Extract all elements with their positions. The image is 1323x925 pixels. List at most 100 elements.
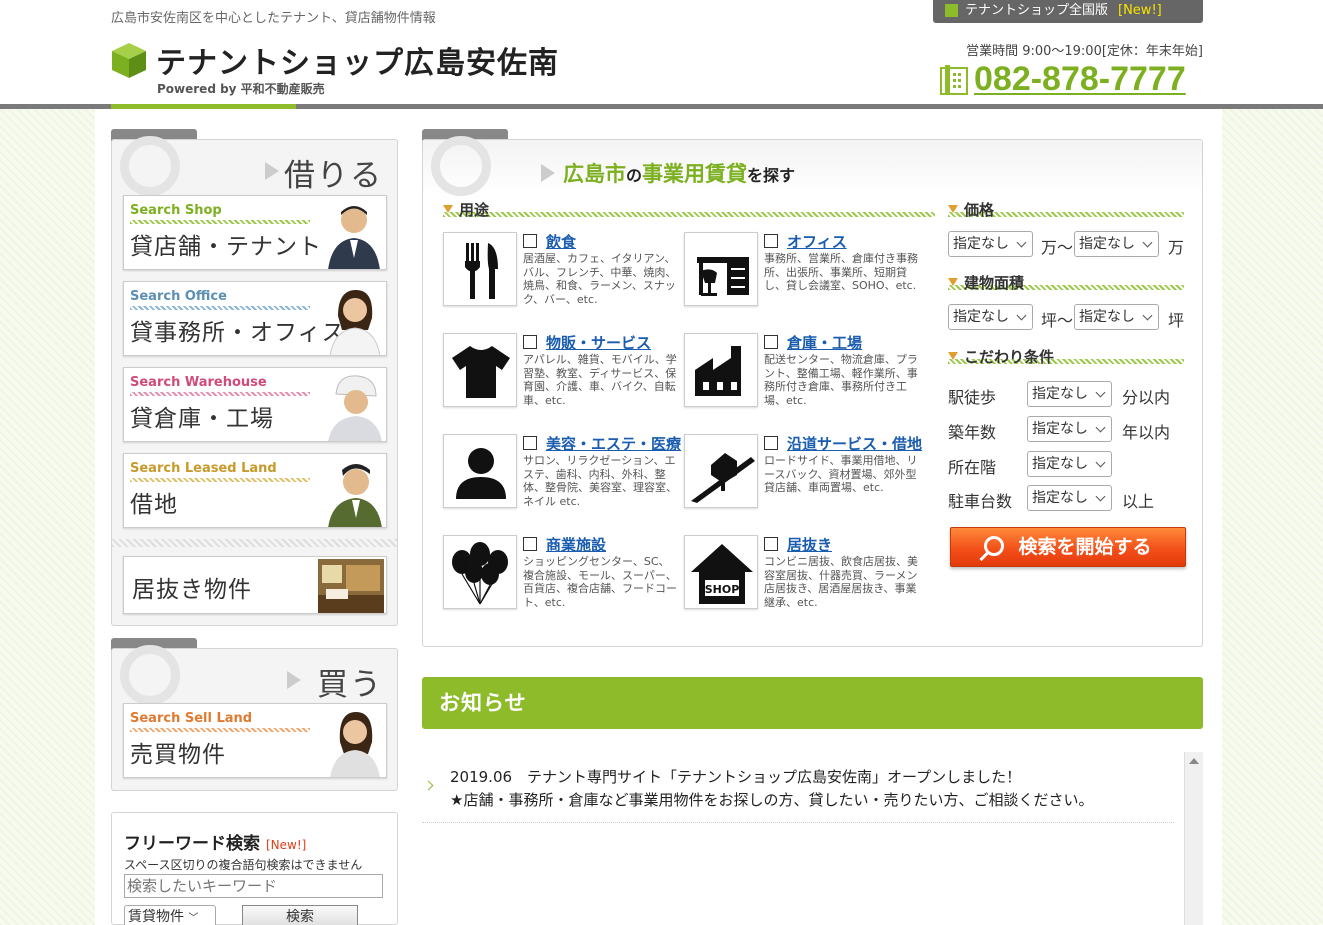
rent-panel-header: 借りる <box>112 136 397 196</box>
rent-card-land[interactable]: Search Leased Land 借地 <box>123 453 387 528</box>
use-link[interactable]: 居抜き <box>787 534 832 555</box>
businessman-photo <box>328 206 380 269</box>
use-link[interactable]: 商業施設 <box>546 534 606 555</box>
card-en-label: Search Sell Land <box>130 711 253 726</box>
use-item-retail[interactable]: 物販・サービス アパレル、雑貨、モバイル、学習塾、教室、ディサービス、保育園、介… <box>443 333 678 413</box>
use-checkbox[interactable] <box>523 335 537 349</box>
rent-card-warehouse[interactable]: Search Warehouse 貸倉庫・工場 <box>123 367 387 442</box>
price-heading: 価格 <box>948 199 1184 221</box>
price-max-select[interactable]: 指定なし <box>1074 231 1159 257</box>
use-link[interactable]: 物販・サービス <box>546 332 651 353</box>
cond-select-walk[interactable]: 指定なし <box>1027 381 1112 407</box>
use-heading: 用途 <box>443 199 935 221</box>
use-checkbox[interactable] <box>523 537 537 551</box>
area-min-select[interactable]: 指定なし <box>948 304 1033 330</box>
use-link[interactable]: オフィス <box>787 231 847 252</box>
use-description: サロン、リラクゼーション、エステ、歯科、内科、外科、整体、整骨院、美容室、理容室… <box>523 454 677 508</box>
inuki-card[interactable]: 居抜き物件 <box>123 556 387 614</box>
start-search-label: 検索を開始する <box>1018 536 1152 558</box>
scroll-up-arrow-icon[interactable] <box>1189 758 1199 764</box>
buy-title: 買う <box>317 667 383 703</box>
phone-number[interactable]: 082-878-7777 <box>974 60 1186 99</box>
phone-block[interactable]: 082-878-7777 <box>940 60 1186 99</box>
cond-label-age: 築年数 <box>948 423 997 442</box>
use-description: ショッピングセンター、SC、複合施設、モール、スーパー、百貨店、複合店舗、フード… <box>523 555 677 609</box>
rent-card-office[interactable]: Search Office 貸事務所・オフィス <box>123 281 387 356</box>
use-description: コンビニ居抜、飲食店居抜、美容室居抜、什器売買、ラーメン店居抜き、居酒屋居抜き、… <box>764 555 918 609</box>
price-min-select[interactable]: 指定なし <box>948 231 1033 257</box>
search-title: 広島市の事業用賃貸を探す <box>563 158 795 188</box>
use-item-food[interactable]: 飲食 居酒屋、カフェ、イタリアン、バル、フレンチ、中華、焼肉、焼鳥、和食、ラーメ… <box>443 232 678 312</box>
panel-separator <box>112 539 397 547</box>
area-heading-text: 建物面積 <box>964 274 1025 292</box>
start-search-button[interactable]: 検索を開始する <box>950 527 1186 567</box>
news-scrollbar[interactable] <box>1184 752 1203 925</box>
freeword-type-value: 賃貸物件 <box>128 909 184 925</box>
use-link[interactable]: 倉庫・工場 <box>787 332 862 353</box>
man-photo <box>328 464 382 527</box>
buy-panel-header: 買う <box>112 645 397 705</box>
use-checkbox[interactable] <box>764 537 778 551</box>
freeword-title-text: フリーワード検索 <box>124 834 260 854</box>
search-title-main: 事業用賃貸 <box>642 162 748 186</box>
news-item-line1: 2019.06 テナント専門サイト「テナントショップ広島安佐南」オープンしました… <box>450 768 1022 786</box>
use-checkbox[interactable] <box>764 335 778 349</box>
use-item-commercial[interactable]: 商業施設 ショッピングセンター、SC、複合施設、モール、スーパー、百貨店、複合店… <box>443 535 678 615</box>
area-unit-from: 坪～ <box>1041 311 1074 330</box>
factory-icon <box>684 333 758 407</box>
cond-select-floor[interactable]: 指定なし <box>1027 451 1112 477</box>
buy-card-sell-land[interactable]: Search Sell Land 売買物件 <box>123 703 387 778</box>
use-link[interactable]: 美容・エステ・医療 <box>546 433 681 454</box>
business-hours: 営業時間 9:00～19:00[定休：年末年始] <box>966 44 1203 59</box>
news-item[interactable]: 2019.06 テナント専門サイト「テナントショップ広島安佐南」オープンしました… <box>422 765 1174 823</box>
inuki-label: 居抜き物件 <box>132 577 252 603</box>
card-stripe <box>130 392 310 396</box>
use-checkbox[interactable] <box>523 234 537 248</box>
woman-photo <box>330 712 380 777</box>
use-item-roadside[interactable]: 沿道サービス・借地 ロードサイド、事業用借地、リースバック、資材置場、郊外型貸店… <box>684 433 922 514</box>
use-checkbox[interactable] <box>764 436 778 450</box>
cond-label-parking: 駐車台数 <box>948 492 1013 511</box>
use-link[interactable]: 飲食 <box>546 231 576 252</box>
arrow-decor-icon <box>541 164 555 182</box>
freeword-input[interactable] <box>124 874 383 898</box>
freeword-search-button[interactable]: 検索 <box>242 905 358 925</box>
triangle-icon <box>443 205 453 213</box>
shop-interior-photo <box>318 559 384 613</box>
magnifier-decor-icon <box>120 645 180 705</box>
use-checkbox[interactable] <box>523 436 537 450</box>
search-panel-header: 広島市の事業用賃貸を探す <box>423 136 1202 196</box>
use-description: アパレル、雑貨、モバイル、学習塾、教室、ディサービス、保育園、介護、車、バイク、… <box>523 353 677 407</box>
freeword-title: フリーワード検索 [New!] <box>124 829 306 854</box>
rent-card-shop[interactable]: Search Shop 貸店舗・テナント <box>123 195 387 270</box>
price-unit-to: 万 <box>1168 238 1185 257</box>
search-title-city: 広島市 <box>563 162 626 186</box>
use-item-office[interactable]: オフィス 事務所、営業所、倉庫付き事務所、出張所、事業所、短期貸し、貸し会議室、… <box>684 232 919 312</box>
card-stripe <box>130 220 310 224</box>
news-heading: お知らせ <box>422 677 1203 729</box>
freeword-type-select[interactable]: 賃貸物件 ﹀ <box>124 905 216 925</box>
freeword-new-badge: [New!] <box>266 838 307 852</box>
use-item-inuki[interactable]: SHOP 居抜き コンビニ居抜、飲食店居抜、美容室居抜、什器売買、ラーメン店居抜… <box>684 535 919 615</box>
cond-select-age[interactable]: 指定なし <box>1027 416 1112 442</box>
balloons-icon <box>443 535 517 609</box>
card-stripe <box>130 478 310 482</box>
area-unit-to: 坪 <box>1168 311 1185 330</box>
use-link[interactable]: 沿道サービス・借地 <box>787 433 922 454</box>
cond-suffix-age: 年以内 <box>1122 423 1171 442</box>
triangle-icon <box>948 205 958 213</box>
use-item-warehouse[interactable]: 倉庫・工場 配送センター、物流倉庫、プラント、整備工場、軽作業所、事務所付き倉庫… <box>684 333 919 413</box>
conditions-heading-text: こだわり条件 <box>964 348 1055 366</box>
area-max-select[interactable]: 指定なし <box>1074 304 1159 330</box>
use-item-beauty[interactable]: 美容・エステ・医療 サロン、リラクゼーション、エステ、歯科、内科、外科、整体、整… <box>443 433 681 514</box>
site-logo[interactable]: テナントショップ広島安佐南 <box>110 38 559 82</box>
card-en-label: Search Leased Land <box>130 461 277 476</box>
rent-panel: 借りる Search Shop 貸店舗・テナント Search Office 貸… <box>111 136 398 626</box>
fork-knife-icon <box>443 232 517 306</box>
use-heading-text: 用途 <box>459 201 490 219</box>
magnifier-decor-icon <box>120 136 180 196</box>
card-stripe <box>130 306 310 310</box>
cond-select-parking[interactable]: 指定なし <box>1027 485 1112 511</box>
national-site-link[interactable]: テナントショップ全国版 [New!] <box>933 0 1203 23</box>
use-checkbox[interactable] <box>764 234 778 248</box>
